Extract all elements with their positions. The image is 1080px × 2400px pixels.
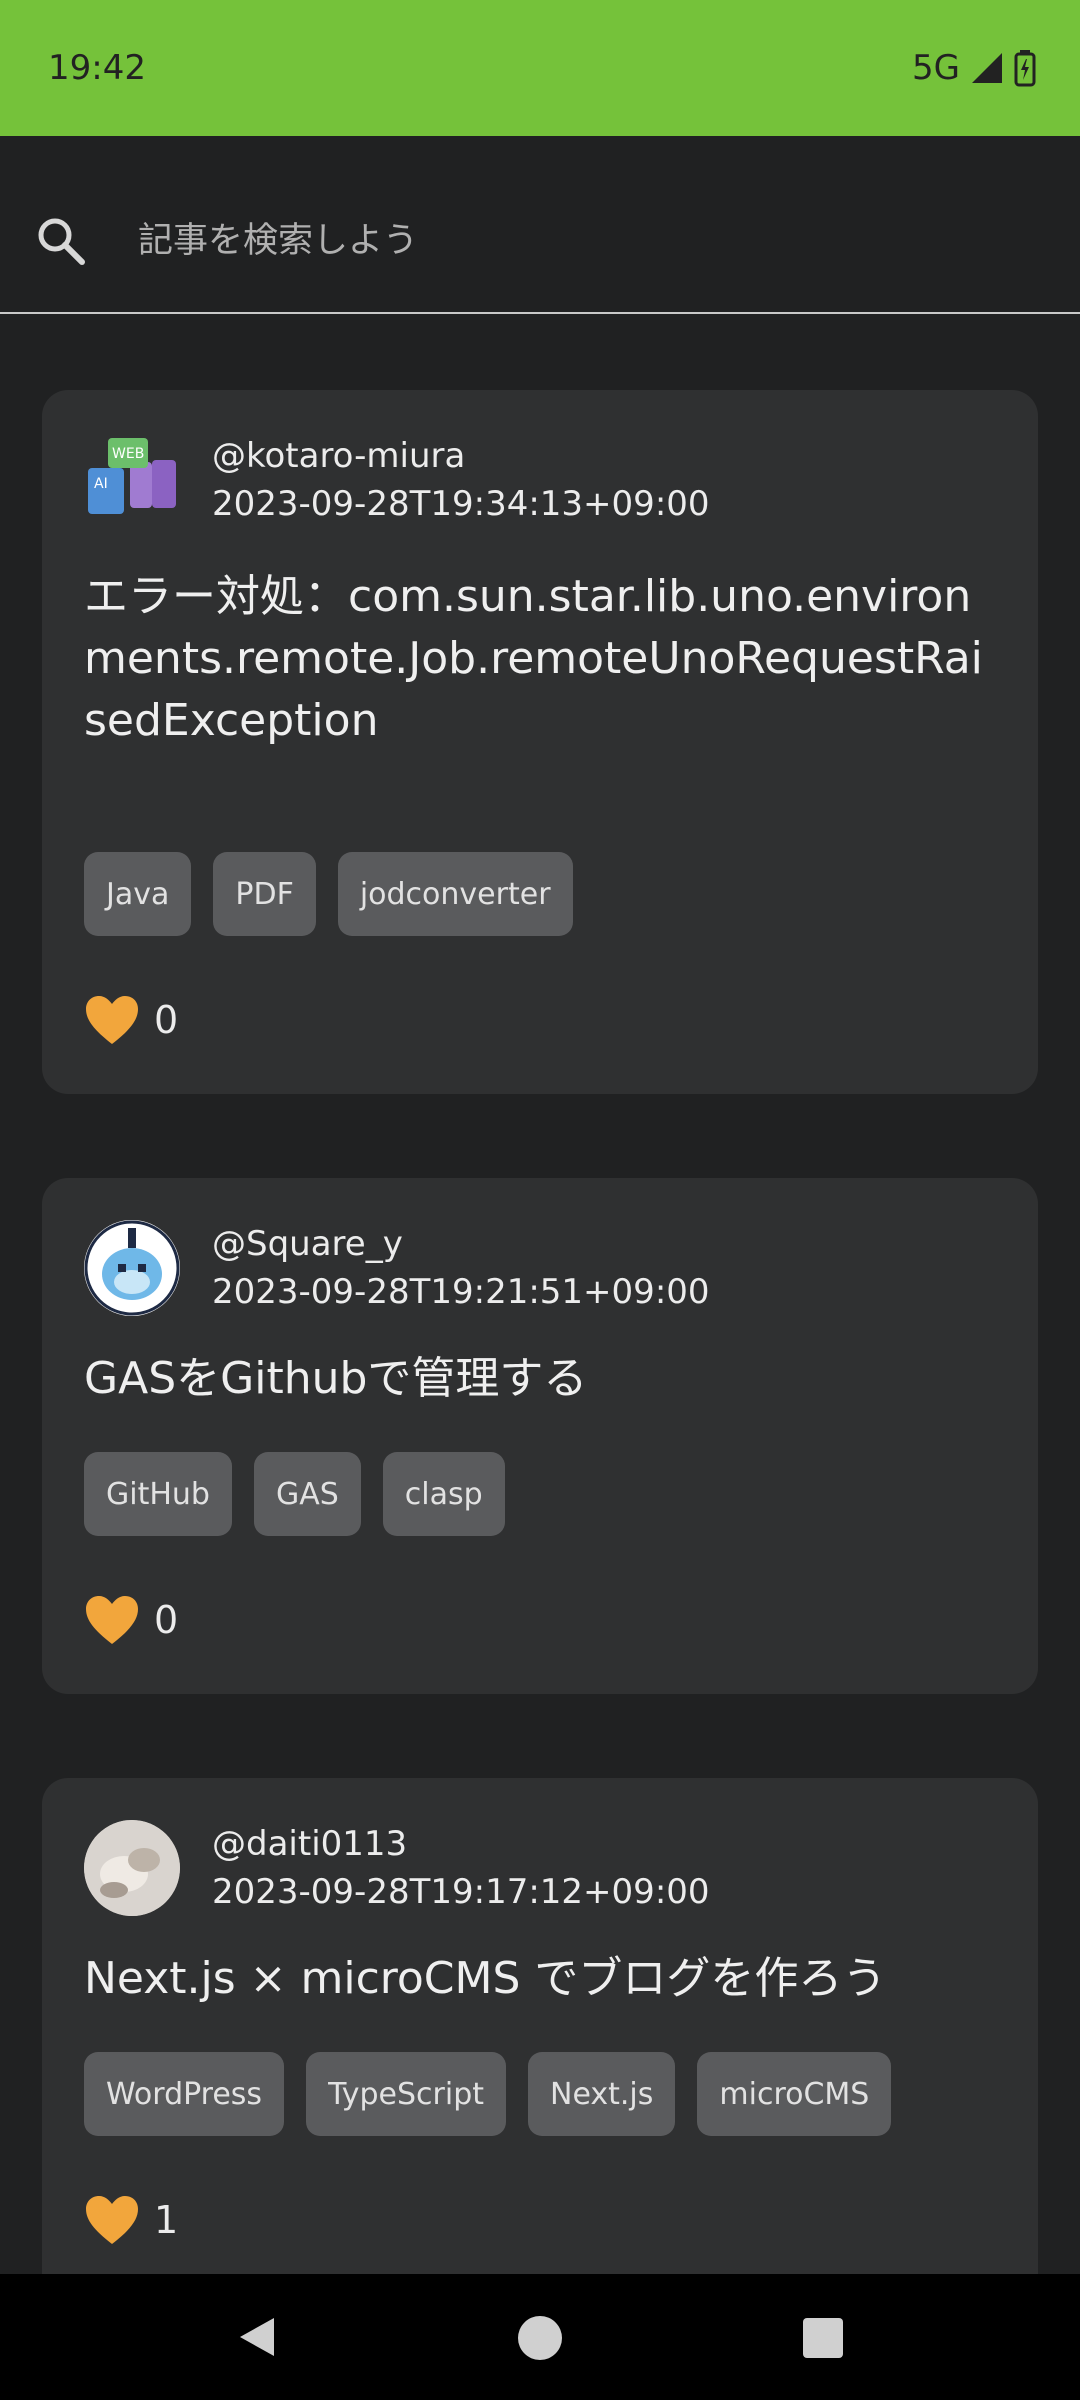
back-icon[interactable] (234, 2314, 280, 2360)
heart-icon (86, 1596, 138, 1644)
status-icons: 5G (912, 48, 1036, 88)
article-card[interactable]: @daiti0113 2023-09-28T19:17:12+09:00 Nex… (42, 1778, 1038, 2338)
status-time: 19:42 (48, 48, 146, 88)
tag-list: Java PDF jodconverter (84, 852, 573, 936)
network-label: 5G (912, 48, 960, 88)
article-title[interactable]: エラー対処：com.sun.star.lib.uno.environments.… (84, 566, 1004, 752)
author-username[interactable]: @daiti0113 (212, 1824, 407, 1864)
tag-chip[interactable]: GitHub (84, 1452, 232, 1536)
article-card[interactable]: WEB AI @kotaro-miura 2023-09-28T19:34:13… (42, 390, 1038, 1094)
post-date: 2023-09-28T19:34:13+09:00 (212, 484, 710, 524)
avatar[interactable]: WEB AI (84, 432, 180, 528)
heart-icon (86, 2196, 138, 2244)
like-button[interactable]: 1 (84, 2194, 178, 2246)
author-username[interactable]: @Square_y (212, 1224, 403, 1264)
like-button[interactable]: 0 (84, 994, 178, 1046)
avatar[interactable] (84, 1220, 180, 1316)
svg-text:WEB: WEB (112, 446, 144, 462)
status-bar: 19:42 5G (0, 0, 1080, 136)
home-icon[interactable] (516, 2314, 564, 2362)
tag-list: GitHub GAS clasp (84, 1452, 505, 1536)
like-button[interactable]: 0 (84, 1594, 178, 1646)
tag-chip[interactable]: Next.js (528, 2052, 676, 2136)
article-title[interactable]: GASをGithubで管理する (84, 1348, 1004, 1410)
like-count: 0 (154, 1598, 179, 1642)
signal-icon (972, 53, 1002, 83)
tag-chip[interactable]: WordPress (84, 2052, 285, 2136)
recents-icon[interactable] (802, 2317, 844, 2359)
tag-chip[interactable]: microCMS (697, 2052, 892, 2136)
post-date: 2023-09-28T19:17:12+09:00 (212, 1872, 710, 1912)
post-date: 2023-09-28T19:21:51+09:00 (212, 1272, 710, 1312)
tag-chip[interactable]: Java (84, 852, 192, 936)
like-count: 1 (154, 2198, 179, 2242)
search-bar (0, 136, 1080, 314)
avatar[interactable] (84, 1820, 180, 1916)
tag-chip[interactable]: jodconverter (337, 852, 573, 936)
article-card[interactable]: @Square_y 2023-09-28T19:21:51+09:00 GASを… (42, 1178, 1038, 1694)
heart-icon (86, 996, 138, 1044)
tag-chip[interactable]: PDF (213, 852, 316, 936)
like-count: 0 (154, 998, 179, 1042)
article-title[interactable]: Next.js × microCMS でブログを作ろう (84, 1948, 1004, 2010)
tag-chip[interactable]: clasp (382, 1452, 505, 1536)
tag-chip[interactable]: GAS (253, 1452, 361, 1536)
author-username[interactable]: @kotaro-miura (212, 436, 465, 476)
tag-list: WordPress TypeScript Next.js microCMS (84, 2052, 892, 2136)
search-icon (38, 218, 85, 265)
search-input[interactable] (136, 215, 1020, 267)
battery-icon (1014, 50, 1036, 87)
svg-text:AI: AI (94, 476, 108, 492)
system-nav-bar (0, 2274, 1080, 2400)
tag-chip[interactable]: TypeScript (306, 2052, 506, 2136)
